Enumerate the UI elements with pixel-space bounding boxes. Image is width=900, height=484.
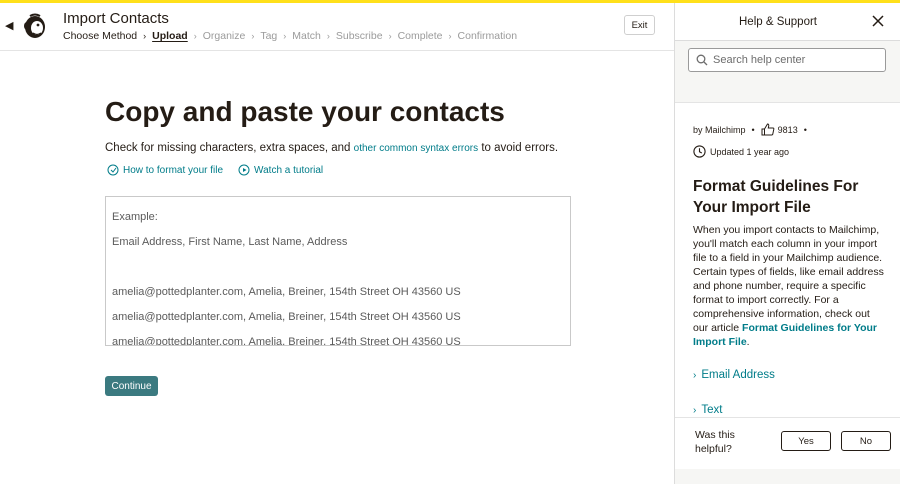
step-breadcrumb: Choose Method › Upload › Organize › Tag … <box>63 30 517 42</box>
help-search-box <box>688 48 886 72</box>
close-icon[interactable] <box>871 14 885 28</box>
step-choose-method[interactable]: Choose Method <box>63 30 137 42</box>
chevron-right-icon: › <box>693 404 697 416</box>
step-chevron-icon: › <box>283 31 287 41</box>
contacts-paste-textarea[interactable]: Example: Email Address, First Name, Last… <box>105 196 571 346</box>
article-author: by Mailchimp <box>693 124 746 135</box>
panel-footer <box>675 469 900 484</box>
watch-tutorial-link[interactable]: Watch a tutorial <box>238 164 323 176</box>
play-icon <box>238 164 250 176</box>
step-chevron-icon: › <box>143 31 147 41</box>
watch-tutorial-label: Watch a tutorial <box>254 164 324 176</box>
example-label: Example: <box>112 211 158 223</box>
help-panel: Help & Support by Mailchimp • 9813 • Upd… <box>674 3 900 484</box>
accordion-email-address[interactable]: › Email Address <box>693 369 775 381</box>
file-format-icon <box>107 164 119 176</box>
continue-button[interactable]: Continue <box>105 376 158 396</box>
import-app: ◀ Import Contacts Choose Method › Upload… <box>0 3 674 484</box>
help-search-input[interactable] <box>713 52 881 68</box>
feedback-yes-button[interactable]: Yes <box>781 431 831 451</box>
step-chevron-icon: › <box>448 31 452 41</box>
search-icon <box>696 54 708 66</box>
help-panel-title: Help & Support <box>739 16 817 28</box>
app-title: Import Contacts <box>63 10 169 27</box>
exit-button[interactable]: Exit <box>624 15 655 35</box>
step-complete: Complete <box>397 30 443 42</box>
help-panel-header: Help & Support <box>675 3 900 41</box>
meta-separator: • <box>751 124 755 135</box>
step-subscribe: Subscribe <box>335 30 383 42</box>
article-body-text: When you import contacts to Mailchimp, y… <box>693 224 884 334</box>
instructions-after: to avoid errors. <box>478 142 559 154</box>
example-row-line: amelia@pottedplanter.com, Amelia, Breine… <box>112 286 461 298</box>
step-chevron-icon: › <box>193 31 197 41</box>
like-count: 9813 <box>777 124 798 135</box>
step-confirmation: Confirmation <box>457 30 518 42</box>
feedback-bar: Was this helpful? Yes No <box>675 417 900 469</box>
thumbs-up-icon[interactable] <box>761 123 775 136</box>
page-title: Copy and paste your contacts <box>105 96 505 127</box>
article-updated: Updated 1 year ago <box>693 145 789 158</box>
step-upload[interactable]: Upload <box>152 30 188 42</box>
step-chevron-icon: › <box>326 31 330 41</box>
format-file-link[interactable]: How to format your file <box>107 164 223 176</box>
instructions-text: Check for missing characters, extra spac… <box>105 142 558 154</box>
help-search-area <box>675 41 900 103</box>
clock-icon <box>693 145 706 158</box>
back-chevron-icon[interactable]: ◀ <box>5 19 13 32</box>
instructions-before: Check for missing characters, extra spac… <box>105 142 354 154</box>
article-title: Format Guidelines For Your Import File <box>693 178 859 216</box>
help-links: How to format your file Watch a tutorial <box>107 164 338 176</box>
format-file-label: How to format your file <box>123 164 224 176</box>
accordion-text[interactable]: › Text <box>693 404 722 416</box>
accordion-label: Email Address <box>701 369 775 381</box>
app-header: ◀ Import Contacts Choose Method › Upload… <box>0 3 674 51</box>
step-organize: Organize <box>202 30 246 42</box>
step-match: Match <box>292 30 321 42</box>
article-body: When you import contacts to Mailchimp, y… <box>693 223 887 349</box>
step-chevron-icon: › <box>388 31 392 41</box>
syntax-errors-link[interactable]: other common syntax errors <box>354 143 479 154</box>
step-tag: Tag <box>260 30 278 42</box>
feedback-question: Was this helpful? <box>695 429 735 455</box>
example-row-line: amelia@pottedplanter.com, Amelia, Breine… <box>112 336 461 346</box>
chevron-right-icon: › <box>693 369 697 381</box>
example-header-line: Email Address, First Name, Last Name, Ad… <box>112 236 348 248</box>
meta-separator: • <box>803 124 807 135</box>
step-chevron-icon: › <box>251 31 255 41</box>
mailchimp-logo-icon <box>24 13 45 38</box>
article-meta: by Mailchimp • 9813 • <box>693 123 813 136</box>
example-row-line: amelia@pottedplanter.com, Amelia, Breine… <box>112 311 461 323</box>
updated-text: Updated 1 year ago <box>710 146 790 157</box>
feedback-no-button[interactable]: No <box>841 431 891 451</box>
article-body-end: . <box>746 336 750 348</box>
accordion-label: Text <box>701 404 723 416</box>
